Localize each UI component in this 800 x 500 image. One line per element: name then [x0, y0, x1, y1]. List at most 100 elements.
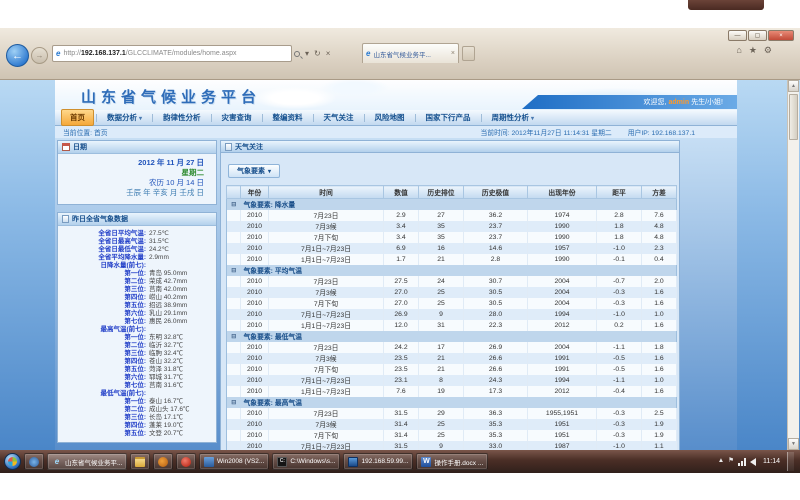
new-tab-button[interactable] — [462, 46, 475, 61]
table-cell: 4.8 — [642, 232, 677, 243]
table-row[interactable]: 20107月23日31.52936.31955,1951-0.32.5 — [227, 408, 677, 419]
table-row[interactable]: 20107月1日~7月23日23.1824.31994-1.11.0 — [227, 375, 677, 386]
home-icon[interactable]: ⌂ — [736, 45, 741, 56]
table-row[interactable]: 20107月下旬23.52126.61991-0.51.6 — [227, 364, 677, 375]
table-cell: 1.8 — [597, 221, 642, 232]
table-row[interactable]: 20107月1日~7月23日26.9928.01994-1.01.0 — [227, 309, 677, 320]
action-center-flag-icon[interactable]: ⚑ — [728, 458, 734, 465]
table-row[interactable]: 20107月下旬27.02530.52004-0.31.6 — [227, 298, 677, 309]
table-cell: -0.5 — [597, 353, 642, 364]
minimize-button[interactable]: — — [728, 30, 747, 41]
table-row[interactable]: 20107月23日2.92736.219742.87.6 — [227, 210, 677, 221]
table-row[interactable]: 20107月1日~7月23日31.5933.01987-1.01.1 — [227, 441, 677, 451]
taskbar-button-ie[interactable]: e山东省气候业务平... — [47, 453, 127, 470]
element-filter-button[interactable]: 气象要素 ▾ — [228, 164, 280, 178]
table-cell: 4.8 — [642, 221, 677, 232]
nav-item-2[interactable]: 韵律性分析 — [155, 110, 209, 125]
taskbar-button-remote[interactable]: 192.168.59.99... — [343, 453, 413, 470]
summary-row: 第七位:惠民 26.0mm — [58, 318, 214, 326]
taskbar-button-record[interactable] — [176, 453, 196, 470]
table-cell: 1.6 — [642, 353, 677, 364]
search-icon[interactable] — [294, 51, 300, 57]
taskbar-button-window[interactable]: Win2008 (VS2... — [199, 453, 269, 470]
breadcrumb: 当前位置: 首页 — [55, 127, 108, 137]
taskbar-button-media[interactable] — [153, 453, 173, 470]
taskbar-clock[interactable]: 11:14 — [760, 458, 783, 465]
group-row[interactable]: ⊟气象要素: 最低气温 — [227, 331, 677, 342]
table-cell: 1.1 — [642, 441, 677, 451]
table-row[interactable]: 20107月3候3.43523.719901.84.8 — [227, 221, 677, 232]
table-cell: 27 — [419, 210, 464, 221]
table-row[interactable]: 20107月下旬3.43523.719901.84.8 — [227, 232, 677, 243]
group-row[interactable]: ⊟气象要素: 降水量 — [227, 199, 677, 210]
collapse-icon[interactable]: ⊟ — [227, 199, 241, 210]
group-row[interactable]: ⊟气象要素: 平均气温 — [227, 265, 677, 276]
calendar-icon — [62, 143, 70, 151]
nav-item-3[interactable]: 灾害查询 — [214, 110, 260, 125]
tab-close-icon[interactable]: × — [451, 50, 455, 57]
stop-icon[interactable]: × — [326, 50, 331, 58]
table-row[interactable]: 20107月下旬31.42535.31951-0.31.9 — [227, 430, 677, 441]
nav-item-1[interactable]: 数据分析▾ — [99, 110, 150, 125]
scrollbar-thumb[interactable] — [789, 94, 798, 140]
nav-item-8[interactable]: 周期性分析▾ — [484, 110, 543, 125]
network-icon[interactable] — [738, 458, 746, 466]
tools-gear-icon[interactable]: ⚙ — [764, 45, 772, 56]
table-row[interactable]: 20107月3候31.42535.31951-0.31.9 — [227, 419, 677, 430]
maximize-button[interactable]: ▢ — [748, 30, 767, 41]
window-icon — [204, 457, 214, 467]
nav-item-6[interactable]: 风险地图 — [367, 110, 413, 125]
table-row[interactable]: 20107月3候23.52126.61991-0.51.6 — [227, 353, 677, 364]
search-dropdown-icon[interactable]: ▾ — [305, 50, 309, 58]
table-row[interactable]: 20101月1日~7月23日1.7212.81990-0.10.4 — [227, 254, 677, 265]
show-desktop-button[interactable] — [787, 452, 794, 471]
refresh-icon[interactable]: ↻ — [314, 50, 321, 58]
scroll-up-button[interactable]: ▲ — [788, 80, 799, 92]
taskbar-button-app[interactable] — [24, 453, 44, 470]
collapse-icon[interactable]: ⊟ — [227, 265, 241, 276]
nav-item-4[interactable]: 整编资料 — [265, 110, 311, 125]
table-row[interactable]: 20107月23日27.52430.72004-0.72.0 — [227, 276, 677, 287]
taskbar-button-folder[interactable] — [130, 453, 150, 470]
table-row[interactable]: 20101月1日~7月23日7.61917.32012-0.41.6 — [227, 386, 677, 397]
start-button[interactable] — [4, 453, 21, 470]
address-bar[interactable]: e http://192.168.137.1/GLCCLIMATE/module… — [52, 45, 292, 62]
page-scrollbar[interactable]: ▲ ▼ — [787, 80, 799, 450]
table-row[interactable]: 20107月23日24.21726.92004-1.11.8 — [227, 342, 677, 353]
table-cell: 1951 — [528, 419, 597, 430]
table-cell: 31.5 — [384, 408, 419, 419]
close-button[interactable]: × — [768, 30, 794, 41]
table-row[interactable]: 20101月1日~7月23日12.03122.320120.21.6 — [227, 320, 677, 331]
hidden-icons-arrow-icon[interactable]: ▲ — [718, 458, 724, 465]
table-cell: 8 — [419, 375, 464, 386]
nav-item-5[interactable]: 天气关注 — [316, 110, 362, 125]
table-cell: -1.1 — [597, 375, 642, 386]
volume-icon[interactable] — [750, 458, 756, 466]
favorites-star-icon[interactable]: ★ — [749, 45, 757, 56]
browser-tab[interactable]: e 山东省气候业务平... × — [362, 43, 459, 63]
scroll-down-button[interactable]: ▼ — [788, 438, 799, 450]
taskbar-button-cmd[interactable]: C:C:\Windows\s... — [272, 453, 340, 470]
table-cell: -0.4 — [597, 386, 642, 397]
background-window-fragment — [688, 0, 764, 10]
nav-item-0[interactable]: 首页 — [61, 109, 94, 126]
table-cell: 2010 — [241, 430, 269, 441]
group-row[interactable]: ⊟气象要素: 最高气温 — [227, 397, 677, 408]
table-cell: 2012 — [528, 386, 597, 397]
table-cell: 3.4 — [384, 232, 419, 243]
table-cell: 6.9 — [384, 243, 419, 254]
nav-item-7[interactable]: 国家下行产品 — [418, 110, 479, 125]
table-cell: 2010 — [241, 408, 269, 419]
table-row[interactable]: 20107月3候27.02530.52004-0.31.6 — [227, 287, 677, 298]
collapse-icon[interactable]: ⊟ — [227, 331, 241, 342]
table-cell: 26.9 — [464, 342, 528, 353]
back-button[interactable]: ← — [6, 44, 29, 67]
forward-button[interactable]: → — [31, 47, 48, 64]
collapse-icon[interactable]: ⊟ — [227, 397, 241, 408]
lunar-date-line: 农历 10 月 14 日 — [62, 178, 204, 188]
nav-separator — [96, 114, 97, 122]
taskbar-button-word[interactable]: W操作手册.docx ... — [416, 453, 488, 470]
table-cell: 7月3候 — [269, 353, 384, 364]
table-row[interactable]: 20107月1日~7月23日6.91614.61957-1.02.3 — [227, 243, 677, 254]
browser-window: — ▢ × ← → e http://192.168.137.1/GLCCLIM… — [0, 28, 800, 80]
